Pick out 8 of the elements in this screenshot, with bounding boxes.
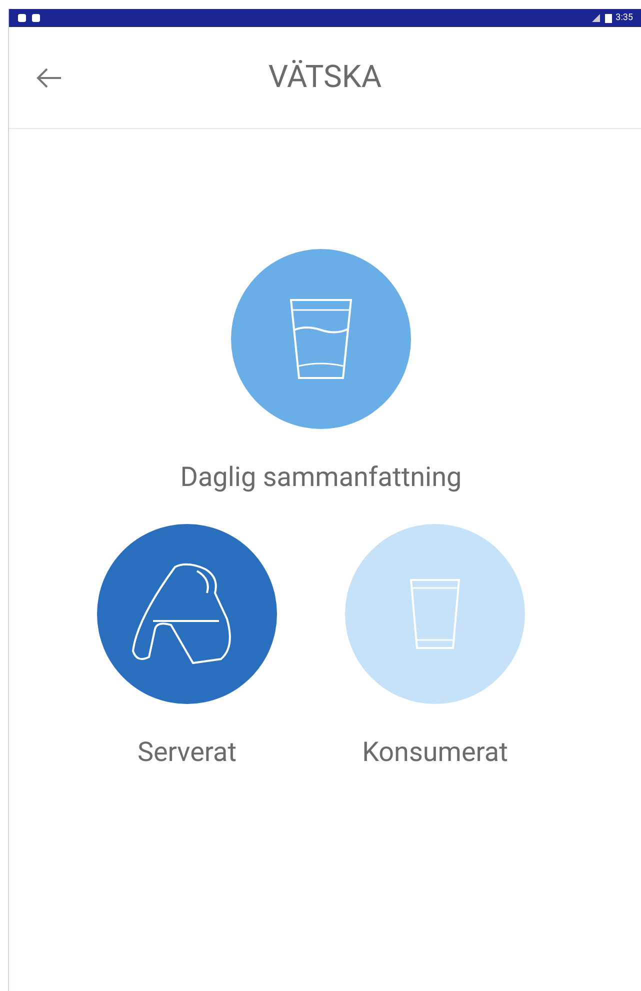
tile-label: Konsumerat	[362, 734, 508, 770]
back-arrow-icon	[35, 66, 63, 88]
battery-icon	[604, 13, 612, 23]
signal-icon	[590, 13, 601, 23]
screen-title: VÄTSKA	[268, 57, 382, 98]
tile-label: Daglig sammanfattning	[180, 460, 462, 495]
status-time: 3:35	[616, 14, 633, 22]
tile-label: Serverat	[137, 734, 237, 770]
